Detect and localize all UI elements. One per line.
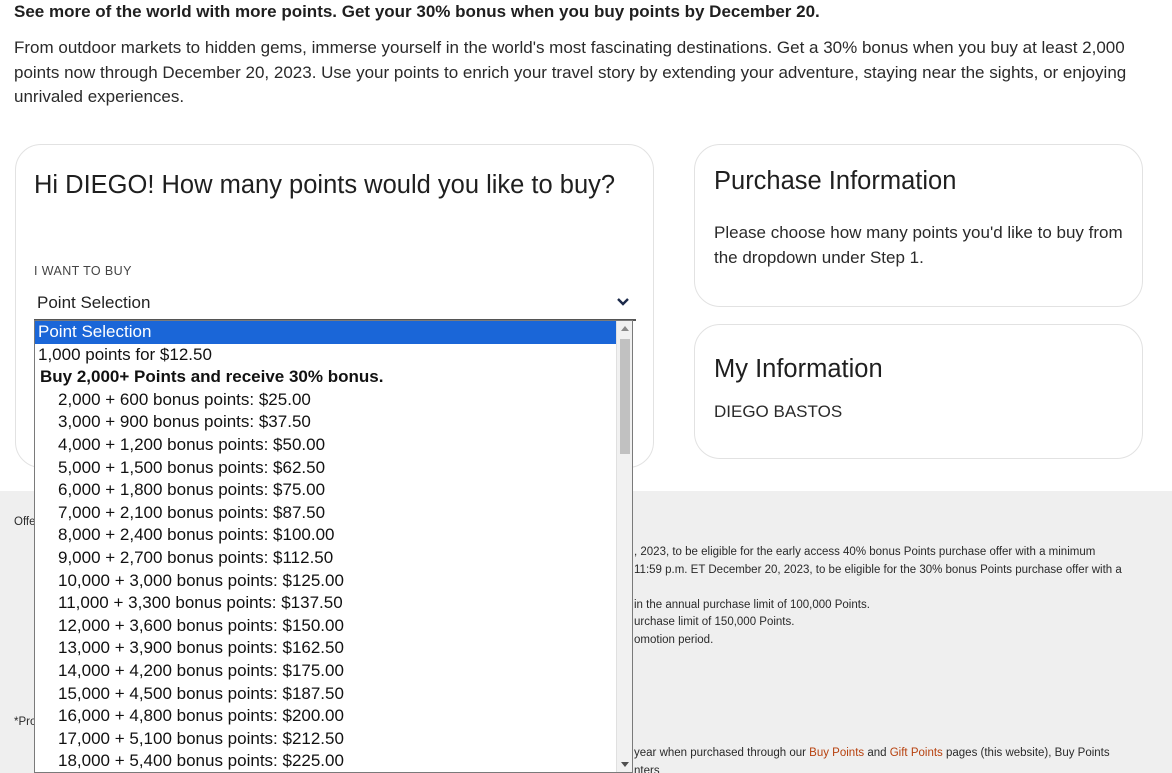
dropdown-option[interactable]: 14,000 + 4,200 bonus points: $175.00: [35, 660, 617, 683]
terms-text: year when purchased through our: [634, 747, 810, 759]
terms-line: nters: [634, 765, 660, 773]
dropdown-option[interactable]: 1,000 points for $12.50: [35, 344, 617, 367]
buy-points-title: Hi DIEGO! How many points would you like…: [34, 171, 616, 199]
arrow-down-icon: [621, 762, 629, 767]
dropdown-scrollbar[interactable]: [616, 321, 632, 772]
buy-label: I WANT TO BUY: [34, 264, 132, 278]
points-select[interactable]: Point Selection: [34, 287, 636, 321]
dropdown-option[interactable]: 3,000 + 900 bonus points: $37.50: [35, 411, 617, 434]
terms-line-links: year when purchased through our Buy Poin…: [634, 745, 1164, 763]
terms-line: 11:59 p.m. ET December 20, 2023, to be e…: [634, 564, 1122, 576]
member-name: DIEGO BASTOS: [714, 402, 843, 421]
dropdown-option[interactable]: 11,000 + 3,300 bonus points: $137.50: [35, 592, 617, 615]
dropdown-option[interactable]: 15,000 + 4,500 bonus points: $187.50: [35, 683, 617, 706]
scroll-up-arrow[interactable]: [617, 321, 632, 337]
promo-headline: See more of the world with more points. …: [14, 2, 820, 21]
dropdown-option[interactable]: 8,000 + 2,400 bonus points: $100.00: [35, 524, 617, 547]
dropdown-option[interactable]: 12,000 + 3,600 bonus points: $150.00: [35, 615, 617, 638]
dropdown-option[interactable]: 17,000 + 5,100 bonus points: $212.50: [35, 728, 617, 751]
terms-line: , 2023, to be eligible for the early acc…: [634, 546, 1096, 558]
points-select-value: Point Selection: [37, 293, 151, 312]
terms-label-offer: Offe: [14, 516, 36, 528]
terms-text: and: [864, 747, 890, 759]
dropdown-option[interactable]: 16,000 + 4,800 bonus points: $200.00: [35, 705, 617, 728]
terms-line: omotion period.: [634, 634, 714, 646]
buy-points-link[interactable]: Buy Points: [809, 747, 864, 759]
purchase-info-card: Purchase Information Please choose how m…: [694, 144, 1143, 307]
scroll-down-arrow[interactable]: [617, 756, 632, 772]
points-dropdown-list[interactable]: Point Selection 1,000 points for $12.50 …: [34, 320, 633, 773]
dropdown-option[interactable]: 2,000 + 600 bonus points: $25.00: [35, 389, 617, 412]
promo-intro: From outdoor markets to hidden gems, imm…: [14, 38, 1127, 106]
dropdown-option[interactable]: 6,000 + 1,800 bonus points: $75.00: [35, 479, 617, 502]
gift-points-link[interactable]: Gift Points: [890, 747, 943, 759]
my-info-title: My Information: [714, 355, 883, 383]
purchase-info-title: Purchase Information: [714, 167, 957, 195]
chevron-down-icon: [617, 298, 629, 306]
terms-text: pages (this website), Buy Points: [942, 747, 1110, 759]
dropdown-option-selected[interactable]: Point Selection: [35, 321, 617, 344]
dropdown-option[interactable]: 13,000 + 3,900 bonus points: $162.50: [35, 637, 617, 660]
dropdown-option[interactable]: 18,000 + 5,400 bonus points: $225.00: [35, 750, 617, 772]
my-info-card: My Information DIEGO BASTOS: [694, 324, 1143, 459]
dropdown-option[interactable]: 9,000 + 2,700 bonus points: $112.50: [35, 547, 617, 570]
dropdown-option[interactable]: 10,000 + 3,000 bonus points: $125.00: [35, 570, 617, 593]
scroll-thumb[interactable]: [620, 339, 630, 454]
terms-line: urchase limit of 150,000 Points.: [634, 616, 795, 628]
dropdown-option[interactable]: 5,000 + 1,500 bonus points: $62.50: [35, 457, 617, 480]
dropdown-group-label: Buy 2,000+ Points and receive 30% bonus.: [40, 367, 384, 387]
terms-line: in the annual purchase limit of 100,000 …: [634, 599, 870, 611]
purchase-info-text: Please choose how many points you'd like…: [714, 223, 1123, 267]
arrow-up-icon: [621, 326, 629, 331]
dropdown-option[interactable]: 7,000 + 2,100 bonus points: $87.50: [35, 502, 617, 525]
dropdown-option[interactable]: 4,000 + 1,200 bonus points: $50.00: [35, 434, 617, 457]
